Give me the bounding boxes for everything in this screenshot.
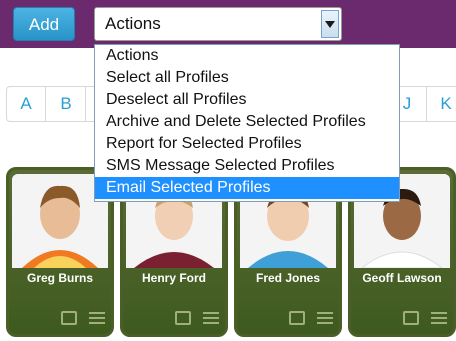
actions-dropdown-list: Actions Select all Profiles Deselect all… — [94, 44, 400, 202]
alphabet-letter-b[interactable]: B — [47, 87, 86, 121]
chevron-down-icon[interactable] — [321, 10, 339, 38]
dropdown-option-actions[interactable]: Actions — [95, 45, 399, 67]
menu-icon[interactable] — [431, 312, 447, 324]
dropdown-option-report[interactable]: Report for Selected Profiles — [95, 133, 399, 155]
photo-icon[interactable] — [175, 311, 191, 325]
menu-icon[interactable] — [317, 312, 333, 324]
actions-select[interactable]: Actions — [94, 7, 342, 41]
photo-icon[interactable] — [403, 311, 419, 325]
profile-name: Fred Jones — [255, 271, 321, 285]
actions-select-value: Actions — [105, 14, 161, 33]
photo-icon[interactable] — [61, 311, 77, 325]
alphabet-letter-a[interactable]: A — [7, 87, 46, 121]
menu-icon[interactable] — [89, 312, 105, 324]
add-button[interactable]: Add — [13, 7, 75, 41]
dropdown-option-select-all[interactable]: Select all Profiles — [95, 67, 399, 89]
dropdown-option-email[interactable]: Email Selected Profiles — [95, 177, 399, 199]
dropdown-option-archive-delete[interactable]: Archive and Delete Selected Profiles — [95, 111, 399, 133]
menu-icon[interactable] — [203, 312, 219, 324]
profile-name: Greg Burns — [26, 271, 93, 285]
profile-name: Henry Ford — [141, 271, 206, 285]
photo-icon[interactable] — [289, 311, 305, 325]
dropdown-option-deselect-all[interactable]: Deselect all Profiles — [95, 89, 399, 111]
dropdown-option-sms[interactable]: SMS Message Selected Profiles — [95, 155, 399, 177]
profile-name: Geoff Lawson — [362, 271, 442, 285]
alphabet-letter-k[interactable]: K — [427, 87, 456, 121]
